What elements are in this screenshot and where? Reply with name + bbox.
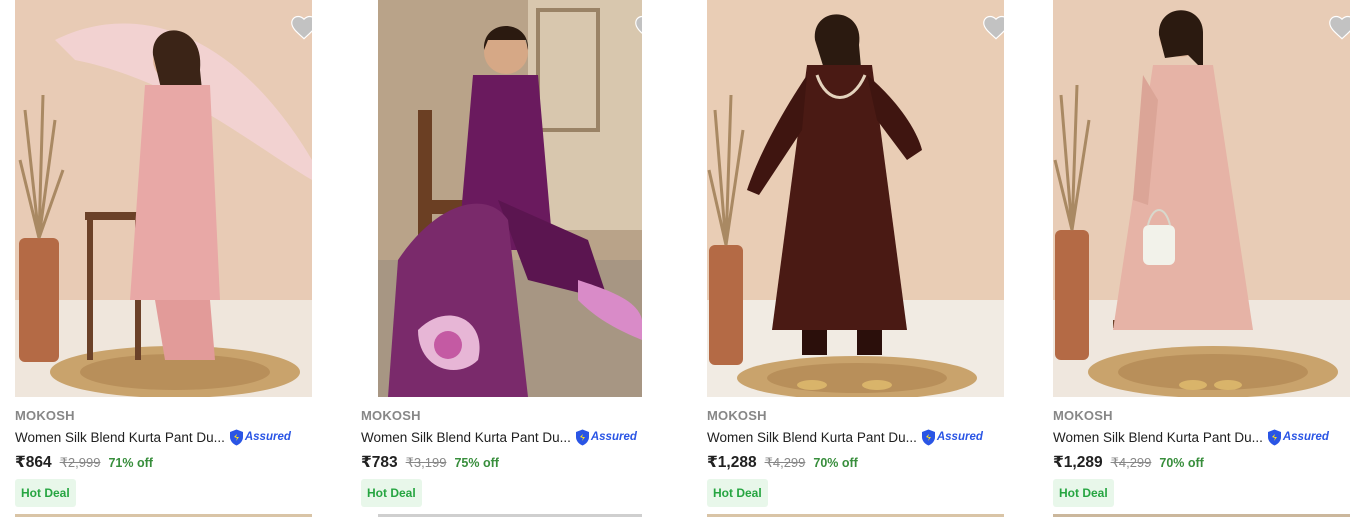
- selling-price: ₹864: [15, 454, 52, 471]
- price-row: ₹1,289 ₹4,299 70% off: [1053, 453, 1204, 472]
- selling-price: ₹783: [361, 454, 398, 471]
- discount-percent: 70% off: [1159, 456, 1204, 470]
- assured-label: Assured: [1282, 431, 1329, 443]
- wishlist-heart-icon[interactable]: [290, 14, 312, 40]
- brand-name: MOKOSH: [707, 408, 767, 423]
- hot-deal-badge: Hot Deal: [1053, 479, 1114, 507]
- assured-label: Assured: [590, 431, 637, 443]
- product-grid: MOKOSH Women Silk Blend Kurta Pant Du...…: [0, 0, 1370, 517]
- hot-deal-badge: Hot Deal: [707, 479, 768, 507]
- brand-name: MOKOSH: [1053, 408, 1113, 423]
- product-title[interactable]: Women Silk Blend Kurta Pant Du...: [707, 430, 917, 445]
- assured-badge: Assured: [1267, 429, 1329, 446]
- price-row: ₹864 ₹2,999 71% off: [15, 453, 153, 472]
- hot-deal-badge: Hot Deal: [15, 479, 76, 507]
- wishlist-heart-icon[interactable]: [1328, 14, 1350, 40]
- wishlist-heart-icon[interactable]: [982, 14, 1004, 40]
- original-price: ₹4,299: [1110, 455, 1152, 470]
- product-card[interactable]: MOKOSH Women Silk Blend Kurta Pant Du...…: [707, 0, 1007, 517]
- product-title-line[interactable]: Women Silk Blend Kurta Pant Du... Assure…: [361, 428, 637, 446]
- brand-name: MOKOSH: [15, 408, 75, 423]
- discount-percent: 70% off: [813, 456, 858, 470]
- discount-percent: 71% off: [108, 456, 153, 470]
- product-card[interactable]: MOKOSH Women Silk Blend Kurta Pant Du...…: [361, 0, 661, 517]
- price-row: ₹1,288 ₹4,299 70% off: [707, 453, 858, 472]
- assured-label: Assured: [244, 431, 291, 443]
- product-title[interactable]: Women Silk Blend Kurta Pant Du...: [361, 430, 571, 445]
- product-title-line[interactable]: Women Silk Blend Kurta Pant Du... Assure…: [15, 428, 291, 446]
- assured-badge: Assured: [921, 429, 983, 446]
- product-card[interactable]: MOKOSH Women Silk Blend Kurta Pant Du...…: [15, 0, 315, 517]
- product-title-line[interactable]: Women Silk Blend Kurta Pant Du... Assure…: [707, 428, 983, 446]
- product-card[interactable]: MOKOSH Women Silk Blend Kurta Pant Du...…: [1053, 0, 1353, 517]
- product-title[interactable]: Women Silk Blend Kurta Pant Du...: [15, 430, 225, 445]
- discount-percent: 75% off: [454, 456, 499, 470]
- original-price: ₹2,999: [59, 455, 101, 470]
- assured-shield-icon: [575, 429, 589, 445]
- product-image[interactable]: [1053, 0, 1350, 397]
- wishlist-heart-icon[interactable]: [634, 14, 642, 40]
- product-title[interactable]: Women Silk Blend Kurta Pant Du...: [1053, 430, 1263, 445]
- price-row: ₹783 ₹3,199 75% off: [361, 453, 499, 472]
- selling-price: ₹1,288: [707, 454, 757, 471]
- product-title-line[interactable]: Women Silk Blend Kurta Pant Du... Assure…: [1053, 428, 1329, 446]
- assured-shield-icon: [1267, 429, 1281, 445]
- assured-label: Assured: [936, 431, 983, 443]
- assured-badge: Assured: [575, 429, 637, 446]
- assured-badge: Assured: [229, 429, 291, 446]
- product-image[interactable]: [378, 0, 642, 397]
- product-image[interactable]: [15, 0, 312, 397]
- hot-deal-badge: Hot Deal: [361, 479, 422, 507]
- assured-shield-icon: [921, 429, 935, 445]
- assured-shield-icon: [229, 429, 243, 445]
- original-price: ₹4,299: [764, 455, 806, 470]
- original-price: ₹3,199: [405, 455, 447, 470]
- selling-price: ₹1,289: [1053, 454, 1103, 471]
- brand-name: MOKOSH: [361, 408, 421, 423]
- product-image[interactable]: [707, 0, 1004, 397]
